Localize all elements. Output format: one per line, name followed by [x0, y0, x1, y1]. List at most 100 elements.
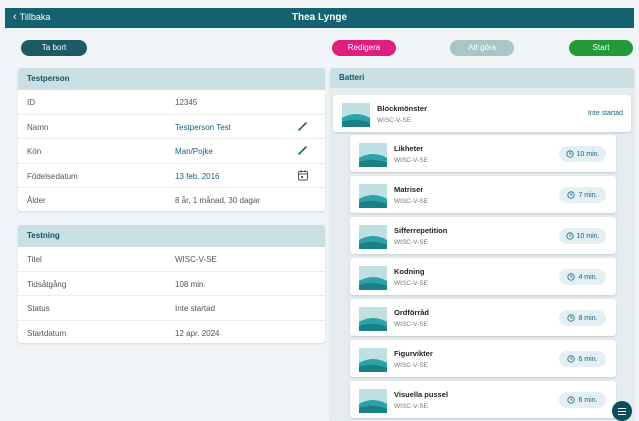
test-subtitle: WISC-V-SE — [394, 362, 428, 369]
test-thumbnail-icon — [359, 143, 387, 167]
row-value: 8 år, 1 månad, 30 dagar — [175, 196, 260, 205]
clock-icon — [567, 273, 576, 281]
test-name: Likheter — [394, 144, 424, 153]
row-label: ID — [27, 98, 35, 107]
battery-panel: Batteri Blockmönster WISC-V-SE Inte star… — [330, 68, 634, 421]
row-label: Tidsåtgång — [27, 279, 67, 289]
battery-item[interactable]: Matriser WISC-V-SE 7 min. — [350, 176, 616, 213]
testning-card: Testning Titel WISC-V-SE Tidsåtgång 108 … — [18, 225, 325, 343]
duration-text: 10 min. — [576, 150, 600, 158]
test-subtitle: WISC-V-SE — [394, 403, 428, 410]
testperson-card: Testperson ID 12345 Namn Testperson Test… — [18, 68, 325, 211]
duration-text: 10 min. — [576, 232, 600, 240]
clock-icon — [565, 232, 574, 240]
edit-button[interactable]: Redigera — [332, 40, 396, 56]
test-subtitle: WISC-V-SE — [394, 157, 428, 164]
detail-row-gender: Kön Man/Pojke — [18, 139, 325, 164]
row-label: Födelsedatum — [27, 171, 78, 181]
test-thumbnail-icon — [359, 348, 387, 372]
testning-heading: Testning — [18, 225, 325, 247]
battery-item[interactable]: Visuella pussel WISC-V-SE 6 min. — [350, 381, 616, 418]
calendar-icon[interactable] — [297, 169, 309, 181]
page-title: Thea Lynge — [291, 12, 348, 23]
duration-badge: 7 min. — [559, 187, 606, 203]
test-thumbnail-icon — [359, 266, 387, 290]
test-thumbnail-icon — [359, 307, 387, 331]
row-label: Titel — [27, 255, 42, 264]
test-thumbnail-icon — [359, 389, 387, 413]
test-name: Figurvikter — [394, 349, 433, 358]
menu-icon-line — [618, 413, 626, 415]
battery-item[interactable]: Kodning WISC-V-SE 4 min. — [350, 258, 616, 295]
detail-row-duration: Tidsåtgång 108 min. — [18, 272, 325, 296]
battery-item[interactable]: Sifferrepetition WISC-V-SE 10 min. — [350, 217, 616, 254]
battery-item[interactable]: Figurvikter WISC-V-SE 6 min. — [350, 340, 616, 377]
detail-row-age: Ålder 8 år, 1 månad, 30 dagar — [18, 188, 325, 211]
row-label: Kön — [27, 147, 42, 156]
clock-icon — [567, 355, 576, 363]
clock-icon — [567, 396, 576, 404]
row-value: 108 min. — [175, 279, 206, 289]
status-badge: Inte startad — [587, 110, 623, 117]
test-name: Sifferrepetition — [394, 226, 448, 235]
duration-badge: 6 min. — [559, 351, 606, 367]
row-value: 12 apr. 2024 — [175, 328, 220, 338]
clock-icon — [567, 191, 576, 199]
detail-row-id: ID 12345 — [18, 90, 325, 115]
test-thumbnail-icon — [359, 184, 387, 208]
clock-icon — [567, 314, 576, 322]
menu-fab-button[interactable] — [612, 401, 632, 421]
test-subtitle: WISC-V-SE — [394, 280, 428, 287]
detail-row-status: Status Inte startad — [18, 296, 325, 321]
detail-row-name: Namn Testperson Test — [18, 115, 325, 139]
test-subtitle: WISC-V-SE — [394, 198, 428, 205]
duration-badge: 10 min. — [559, 146, 606, 162]
duration-badge: 4 min. — [559, 269, 606, 285]
menu-icon-line — [618, 410, 626, 412]
row-label: Namn — [27, 122, 49, 132]
duration-badge: 8 min. — [559, 310, 606, 326]
start-button[interactable]: Start — [569, 40, 633, 56]
gender-value[interactable]: Man/Pojke — [175, 147, 213, 156]
delete-button[interactable]: Ta bort — [21, 40, 87, 56]
row-label: Startdatum — [27, 328, 67, 338]
test-name: Kodning — [394, 267, 425, 276]
duration-text: 7 min. — [578, 191, 598, 199]
test-name: Matriser — [394, 185, 424, 194]
pencil-icon[interactable] — [297, 144, 309, 156]
test-name: Ordförråd — [394, 308, 430, 317]
duration-text: 6 min. — [578, 355, 598, 363]
duration-text: 8 min. — [578, 314, 598, 322]
battery-item[interactable]: Likheter WISC-V-SE 10 min. — [350, 135, 616, 172]
detail-row-title: Titel WISC-V-SE — [18, 247, 325, 272]
row-label: Ålder — [27, 196, 46, 205]
name-value[interactable]: Testperson Test — [175, 123, 231, 132]
menu-icon-line — [618, 407, 626, 409]
test-subtitle: WISC-V-SE — [394, 321, 428, 328]
row-label: Status — [27, 304, 50, 313]
duration-text: 4 min. — [578, 273, 598, 281]
test-name: Visuella pussel — [394, 390, 449, 399]
birthdate-value[interactable]: 13 feb. 2016 — [175, 172, 219, 181]
todo-button[interactable]: Att göra — [450, 40, 514, 56]
battery-main-test[interactable]: Blockmönster WISC-V-SE Inte startad — [333, 95, 631, 132]
test-subtitle: WISC-V-SE — [377, 117, 411, 124]
test-subtitle: WISC-V-SE — [394, 239, 428, 246]
test-thumbnail-icon — [342, 103, 370, 127]
test-thumbnail-icon — [359, 225, 387, 249]
battery-heading: Batteri — [330, 68, 634, 88]
battery-item[interactable]: Ordförråd WISC-V-SE 8 min. — [350, 299, 616, 336]
detail-row-startdate: Startdatum 12 apr. 2024 — [18, 321, 325, 344]
row-value: WISC-V-SE — [175, 255, 217, 264]
testperson-heading: Testperson — [18, 68, 325, 90]
test-name: Blockmönster — [377, 104, 428, 113]
row-value: Inte startad — [175, 304, 216, 313]
row-value: 12345 — [175, 98, 198, 107]
detail-row-birthdate: Födelsedatum 13 feb. 2016 — [18, 164, 325, 188]
duration-badge: 6 min. — [559, 392, 606, 408]
pencil-icon[interactable] — [297, 120, 309, 132]
duration-text: 6 min. — [578, 396, 598, 404]
top-bar: ‹ Tillbaka Thea Lynge — [5, 8, 634, 28]
duration-badge: 10 min. — [559, 228, 606, 244]
clock-icon — [565, 150, 574, 158]
